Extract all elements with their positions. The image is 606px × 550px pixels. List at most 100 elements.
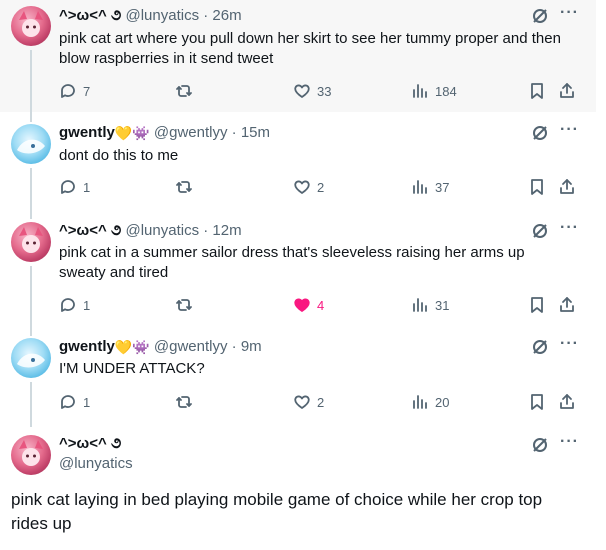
like-button[interactable]: 2 — [293, 392, 324, 412]
share-button[interactable] — [558, 295, 576, 315]
reply-icon — [61, 298, 75, 312]
avatar[interactable] — [11, 338, 51, 378]
avatar[interactable] — [11, 222, 51, 262]
more-options-icon[interactable]: ··· — [560, 434, 580, 457]
username[interactable]: @lunyatics — [125, 7, 199, 24]
tweet-actions: 1 2 37 — [59, 177, 579, 197]
bookmark-button[interactable] — [528, 295, 546, 315]
name-emojis: 💛👾 — [114, 339, 150, 355]
reply-icon — [61, 84, 75, 98]
retweet-button[interactable] — [175, 295, 193, 315]
display-name[interactable]: ^>ω<^ ૭ — [59, 222, 121, 239]
retweet-icon — [176, 181, 192, 193]
grok-icon[interactable] — [531, 7, 551, 27]
reply-icon — [61, 395, 75, 409]
reply-button[interactable]: 7 — [59, 81, 90, 101]
username[interactable]: @lunyatics — [125, 222, 199, 239]
retweet-icon — [176, 85, 192, 97]
tweet-actions: 1 4 31 — [59, 295, 579, 315]
bookmark-button[interactable] — [528, 177, 546, 197]
retweet-icon — [176, 396, 192, 408]
views-icon — [413, 395, 427, 409]
bookmark-icon — [531, 297, 543, 313]
retweet-icon — [176, 299, 192, 311]
timestamp[interactable]: 26m — [212, 7, 241, 24]
tweet-1[interactable]: ^>ω<^ ૭ @lunyatics · 26m ··· pink cat ar… — [0, 0, 596, 112]
retweet-button[interactable] — [175, 177, 193, 197]
views-button[interactable]: 37 — [411, 177, 449, 197]
reply-button[interactable]: 1 — [59, 295, 90, 315]
reply-button[interactable]: 1 — [59, 177, 90, 197]
name-emojis: 💛👾 — [114, 125, 150, 141]
like-count: 2 — [317, 179, 325, 195]
heart-filled-icon — [294, 298, 310, 312]
avatar[interactable] — [11, 435, 51, 475]
views-button[interactable]: 31 — [411, 295, 449, 315]
more-options-icon[interactable]: ··· — [560, 5, 580, 28]
grok-icon[interactable] — [531, 338, 551, 358]
view-count: 31 — [435, 297, 450, 313]
reply-icon — [61, 180, 75, 194]
tweet-header: gwently💛👾 @gwentlyy · 15m — [59, 123, 270, 143]
thread-line — [30, 266, 32, 327]
retweet-button[interactable] — [175, 392, 193, 412]
tweet-header: gwently💛👾 @gwentlyy · 9m — [59, 337, 262, 357]
tweet-text: dont do this to me — [59, 147, 179, 164]
bookmark-icon — [531, 83, 543, 99]
bookmark-icon — [531, 179, 543, 195]
avatar[interactable] — [11, 6, 51, 46]
bookmark-button[interactable] — [528, 81, 546, 101]
timestamp[interactable]: 12m — [212, 222, 241, 239]
share-icon — [560, 297, 574, 312]
display-name[interactable]: gwently — [59, 124, 115, 141]
grok-icon[interactable] — [531, 124, 551, 144]
views-icon — [413, 180, 427, 194]
username[interactable]: @gwentlyy — [154, 124, 228, 141]
share-button[interactable] — [558, 392, 576, 412]
timestamp[interactable]: 9m — [241, 338, 262, 355]
view-count: 20 — [435, 394, 450, 410]
display-name[interactable]: ^>ω<^ ૭ — [59, 434, 121, 454]
like-count: 33 — [317, 83, 332, 99]
reply-button[interactable]: 1 — [59, 392, 90, 412]
tweet-header: ^>ω<^ ૭ @lunyatics · 12m — [59, 221, 242, 241]
grok-icon[interactable] — [531, 222, 551, 242]
avatar[interactable] — [11, 124, 51, 164]
separator-dot: · — [231, 338, 237, 355]
thread-line — [30, 50, 32, 112]
like-button[interactable]: 4 — [293, 295, 324, 315]
heart-icon — [294, 180, 310, 194]
tweet-3[interactable]: ^>ω<^ ૭ @lunyatics · 12m ··· pink cat in… — [0, 219, 596, 327]
thread-line — [30, 327, 32, 336]
timestamp[interactable]: 15m — [241, 124, 270, 141]
heart-icon — [294, 395, 310, 409]
view-count: 184 — [435, 83, 457, 99]
username[interactable]: @gwentlyy — [154, 338, 228, 355]
tweet-header: ^>ω<^ ૭ @lunyatics · 26m — [59, 6, 242, 26]
share-button[interactable] — [558, 177, 576, 197]
views-icon — [413, 298, 427, 312]
tweet-text: I'M UNDER ATTACK? — [59, 360, 205, 377]
like-button[interactable]: 2 — [293, 177, 324, 197]
share-button[interactable] — [558, 81, 576, 101]
like-button[interactable]: 33 — [293, 81, 331, 101]
retweet-button[interactable] — [175, 81, 193, 101]
display-name[interactable]: gwently — [59, 338, 115, 355]
like-count: 4 — [317, 297, 325, 313]
separator-dot: · — [231, 124, 237, 141]
grok-icon[interactable] — [531, 436, 551, 456]
tweet-2[interactable]: gwently💛👾 @gwentlyy · 15m ··· dont do th… — [0, 112, 596, 219]
more-options-icon[interactable]: ··· — [560, 122, 580, 145]
bookmark-button[interactable] — [528, 392, 546, 412]
tweet-4[interactable]: gwently💛👾 @gwentlyy · 9m ··· I'M UNDER A… — [0, 327, 596, 427]
reply-count: 1 — [83, 297, 91, 313]
tweet-text: pink cat in a summer sailor dress that's… — [59, 244, 525, 281]
more-options-icon[interactable]: ··· — [560, 336, 580, 359]
views-button[interactable]: 184 — [411, 81, 457, 101]
more-options-icon[interactable]: ··· — [560, 220, 580, 243]
tweet-actions: 1 2 20 — [59, 392, 579, 412]
thread-line — [30, 112, 32, 122]
username[interactable]: @lunyatics — [59, 454, 133, 474]
display-name[interactable]: ^>ω<^ ૭ — [59, 7, 121, 24]
views-button[interactable]: 20 — [411, 392, 449, 412]
